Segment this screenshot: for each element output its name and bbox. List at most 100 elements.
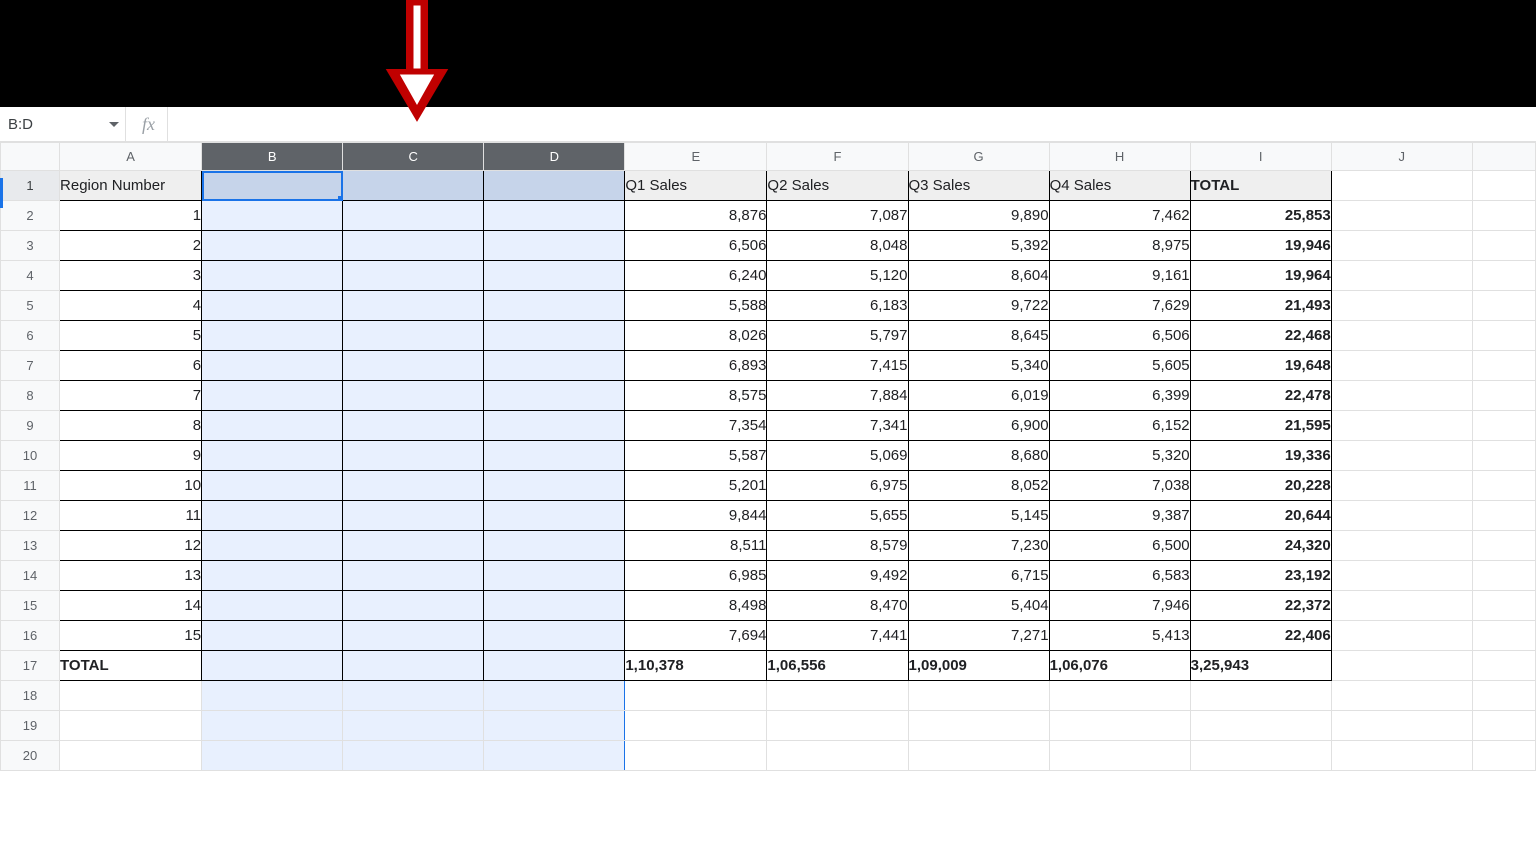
cell-I12[interactable]: 20,644 [1190, 501, 1331, 531]
cell-C4[interactable] [343, 261, 484, 291]
cell-B1[interactable] [202, 171, 343, 201]
cell-H18[interactable] [1049, 681, 1190, 711]
cell-H7[interactable]: 5,605 [1049, 351, 1190, 381]
cell-B9[interactable] [202, 411, 343, 441]
cell-A9[interactable]: 8 [60, 411, 202, 441]
cell-E4[interactable]: 6,240 [625, 261, 767, 291]
cell-C20[interactable] [343, 741, 484, 771]
cell-F16[interactable]: 7,441 [767, 621, 908, 651]
cell-I3[interactable]: 19,946 [1190, 231, 1331, 261]
cell-E11[interactable]: 5,201 [625, 471, 767, 501]
cell-G13[interactable]: 7,230 [908, 531, 1049, 561]
cell-E7[interactable]: 6,893 [625, 351, 767, 381]
cell-E18[interactable] [625, 681, 767, 711]
spreadsheet-grid[interactable]: ABCDEFGHIJ1Region NumberQ1 SalesQ2 Sales… [0, 142, 1536, 771]
cell-J12[interactable] [1331, 501, 1472, 531]
cell-A7[interactable]: 6 [60, 351, 202, 381]
column-header-A[interactable]: A [60, 143, 202, 171]
cell-A16[interactable]: 15 [60, 621, 202, 651]
cell-A11[interactable]: 10 [60, 471, 202, 501]
cell-E3[interactable]: 6,506 [625, 231, 767, 261]
cell-C7[interactable] [343, 351, 484, 381]
cell-E8[interactable]: 8,575 [625, 381, 767, 411]
cell-D16[interactable] [484, 621, 625, 651]
cell-B16[interactable] [202, 621, 343, 651]
column-header-C[interactable]: C [343, 143, 484, 171]
cell-B13[interactable] [202, 531, 343, 561]
cell-F11[interactable]: 6,975 [767, 471, 908, 501]
cell-E15[interactable]: 8,498 [625, 591, 767, 621]
cell-G12[interactable]: 5,145 [908, 501, 1049, 531]
cell-J7[interactable] [1331, 351, 1472, 381]
column-header-I[interactable]: I [1190, 143, 1331, 171]
cell-D8[interactable] [484, 381, 625, 411]
cell-C5[interactable] [343, 291, 484, 321]
cell-E5[interactable]: 5,588 [625, 291, 767, 321]
cell-A8[interactable]: 7 [60, 381, 202, 411]
cell-A20[interactable] [60, 741, 202, 771]
select-all-corner[interactable] [1, 143, 60, 171]
cell-G2[interactable]: 9,890 [908, 201, 1049, 231]
cell-C9[interactable] [343, 411, 484, 441]
cell-G19[interactable] [908, 711, 1049, 741]
row-header-9[interactable]: 9 [1, 411, 60, 441]
cell-J9[interactable] [1331, 411, 1472, 441]
cell-D11[interactable] [484, 471, 625, 501]
cell-D14[interactable] [484, 561, 625, 591]
cell-H15[interactable]: 7,946 [1049, 591, 1190, 621]
cell-H3[interactable]: 8,975 [1049, 231, 1190, 261]
cell-I11[interactable]: 20,228 [1190, 471, 1331, 501]
cell-E20[interactable] [625, 741, 767, 771]
cell-B8[interactable] [202, 381, 343, 411]
column-header-F[interactable]: F [767, 143, 908, 171]
row-header-10[interactable]: 10 [1, 441, 60, 471]
cell-I19[interactable] [1190, 711, 1331, 741]
cell-I13[interactable]: 24,320 [1190, 531, 1331, 561]
cell-F19[interactable] [767, 711, 908, 741]
cell-F7[interactable]: 7,415 [767, 351, 908, 381]
cell-B20[interactable] [202, 741, 343, 771]
cell-D20[interactable] [484, 741, 625, 771]
cell-E9[interactable]: 7,354 [625, 411, 767, 441]
cell-G20[interactable] [908, 741, 1049, 771]
cell-E13[interactable]: 8,511 [625, 531, 767, 561]
cell-J4[interactable] [1331, 261, 1472, 291]
cell-I8[interactable]: 22,478 [1190, 381, 1331, 411]
cell-G11[interactable]: 8,052 [908, 471, 1049, 501]
row-header-13[interactable]: 13 [1, 531, 60, 561]
cell-H14[interactable]: 6,583 [1049, 561, 1190, 591]
cell-D19[interactable] [484, 711, 625, 741]
cell-E2[interactable]: 8,876 [625, 201, 767, 231]
cell-F3[interactable]: 8,048 [767, 231, 908, 261]
cell-J17[interactable] [1331, 651, 1472, 681]
cell-H9[interactable]: 6,152 [1049, 411, 1190, 441]
cell-E6[interactable]: 8,026 [625, 321, 767, 351]
row-header-14[interactable]: 14 [1, 561, 60, 591]
cell-D5[interactable] [484, 291, 625, 321]
cell-A10[interactable]: 9 [60, 441, 202, 471]
row-header-8[interactable]: 8 [1, 381, 60, 411]
cell-D6[interactable] [484, 321, 625, 351]
cell-H10[interactable]: 5,320 [1049, 441, 1190, 471]
name-box[interactable]: B:D [0, 107, 126, 141]
cell-A15[interactable]: 14 [60, 591, 202, 621]
cell-H13[interactable]: 6,500 [1049, 531, 1190, 561]
cell-D18[interactable] [484, 681, 625, 711]
cell-F17[interactable]: 1,06,556 [767, 651, 908, 681]
row-header-3[interactable]: 3 [1, 231, 60, 261]
cell-C13[interactable] [343, 531, 484, 561]
cell-G10[interactable]: 8,680 [908, 441, 1049, 471]
row-header-1[interactable]: 1 [1, 171, 60, 201]
cell-D12[interactable] [484, 501, 625, 531]
cell-G16[interactable]: 7,271 [908, 621, 1049, 651]
cell-C15[interactable] [343, 591, 484, 621]
cell-I15[interactable]: 22,372 [1190, 591, 1331, 621]
cell-A4[interactable]: 3 [60, 261, 202, 291]
cell-B15[interactable] [202, 591, 343, 621]
cell-G6[interactable]: 8,645 [908, 321, 1049, 351]
cell-B2[interactable] [202, 201, 343, 231]
cell-C19[interactable] [343, 711, 484, 741]
cell-H1[interactable]: Q4 Sales [1049, 171, 1190, 201]
cell-B6[interactable] [202, 321, 343, 351]
cell-H5[interactable]: 7,629 [1049, 291, 1190, 321]
